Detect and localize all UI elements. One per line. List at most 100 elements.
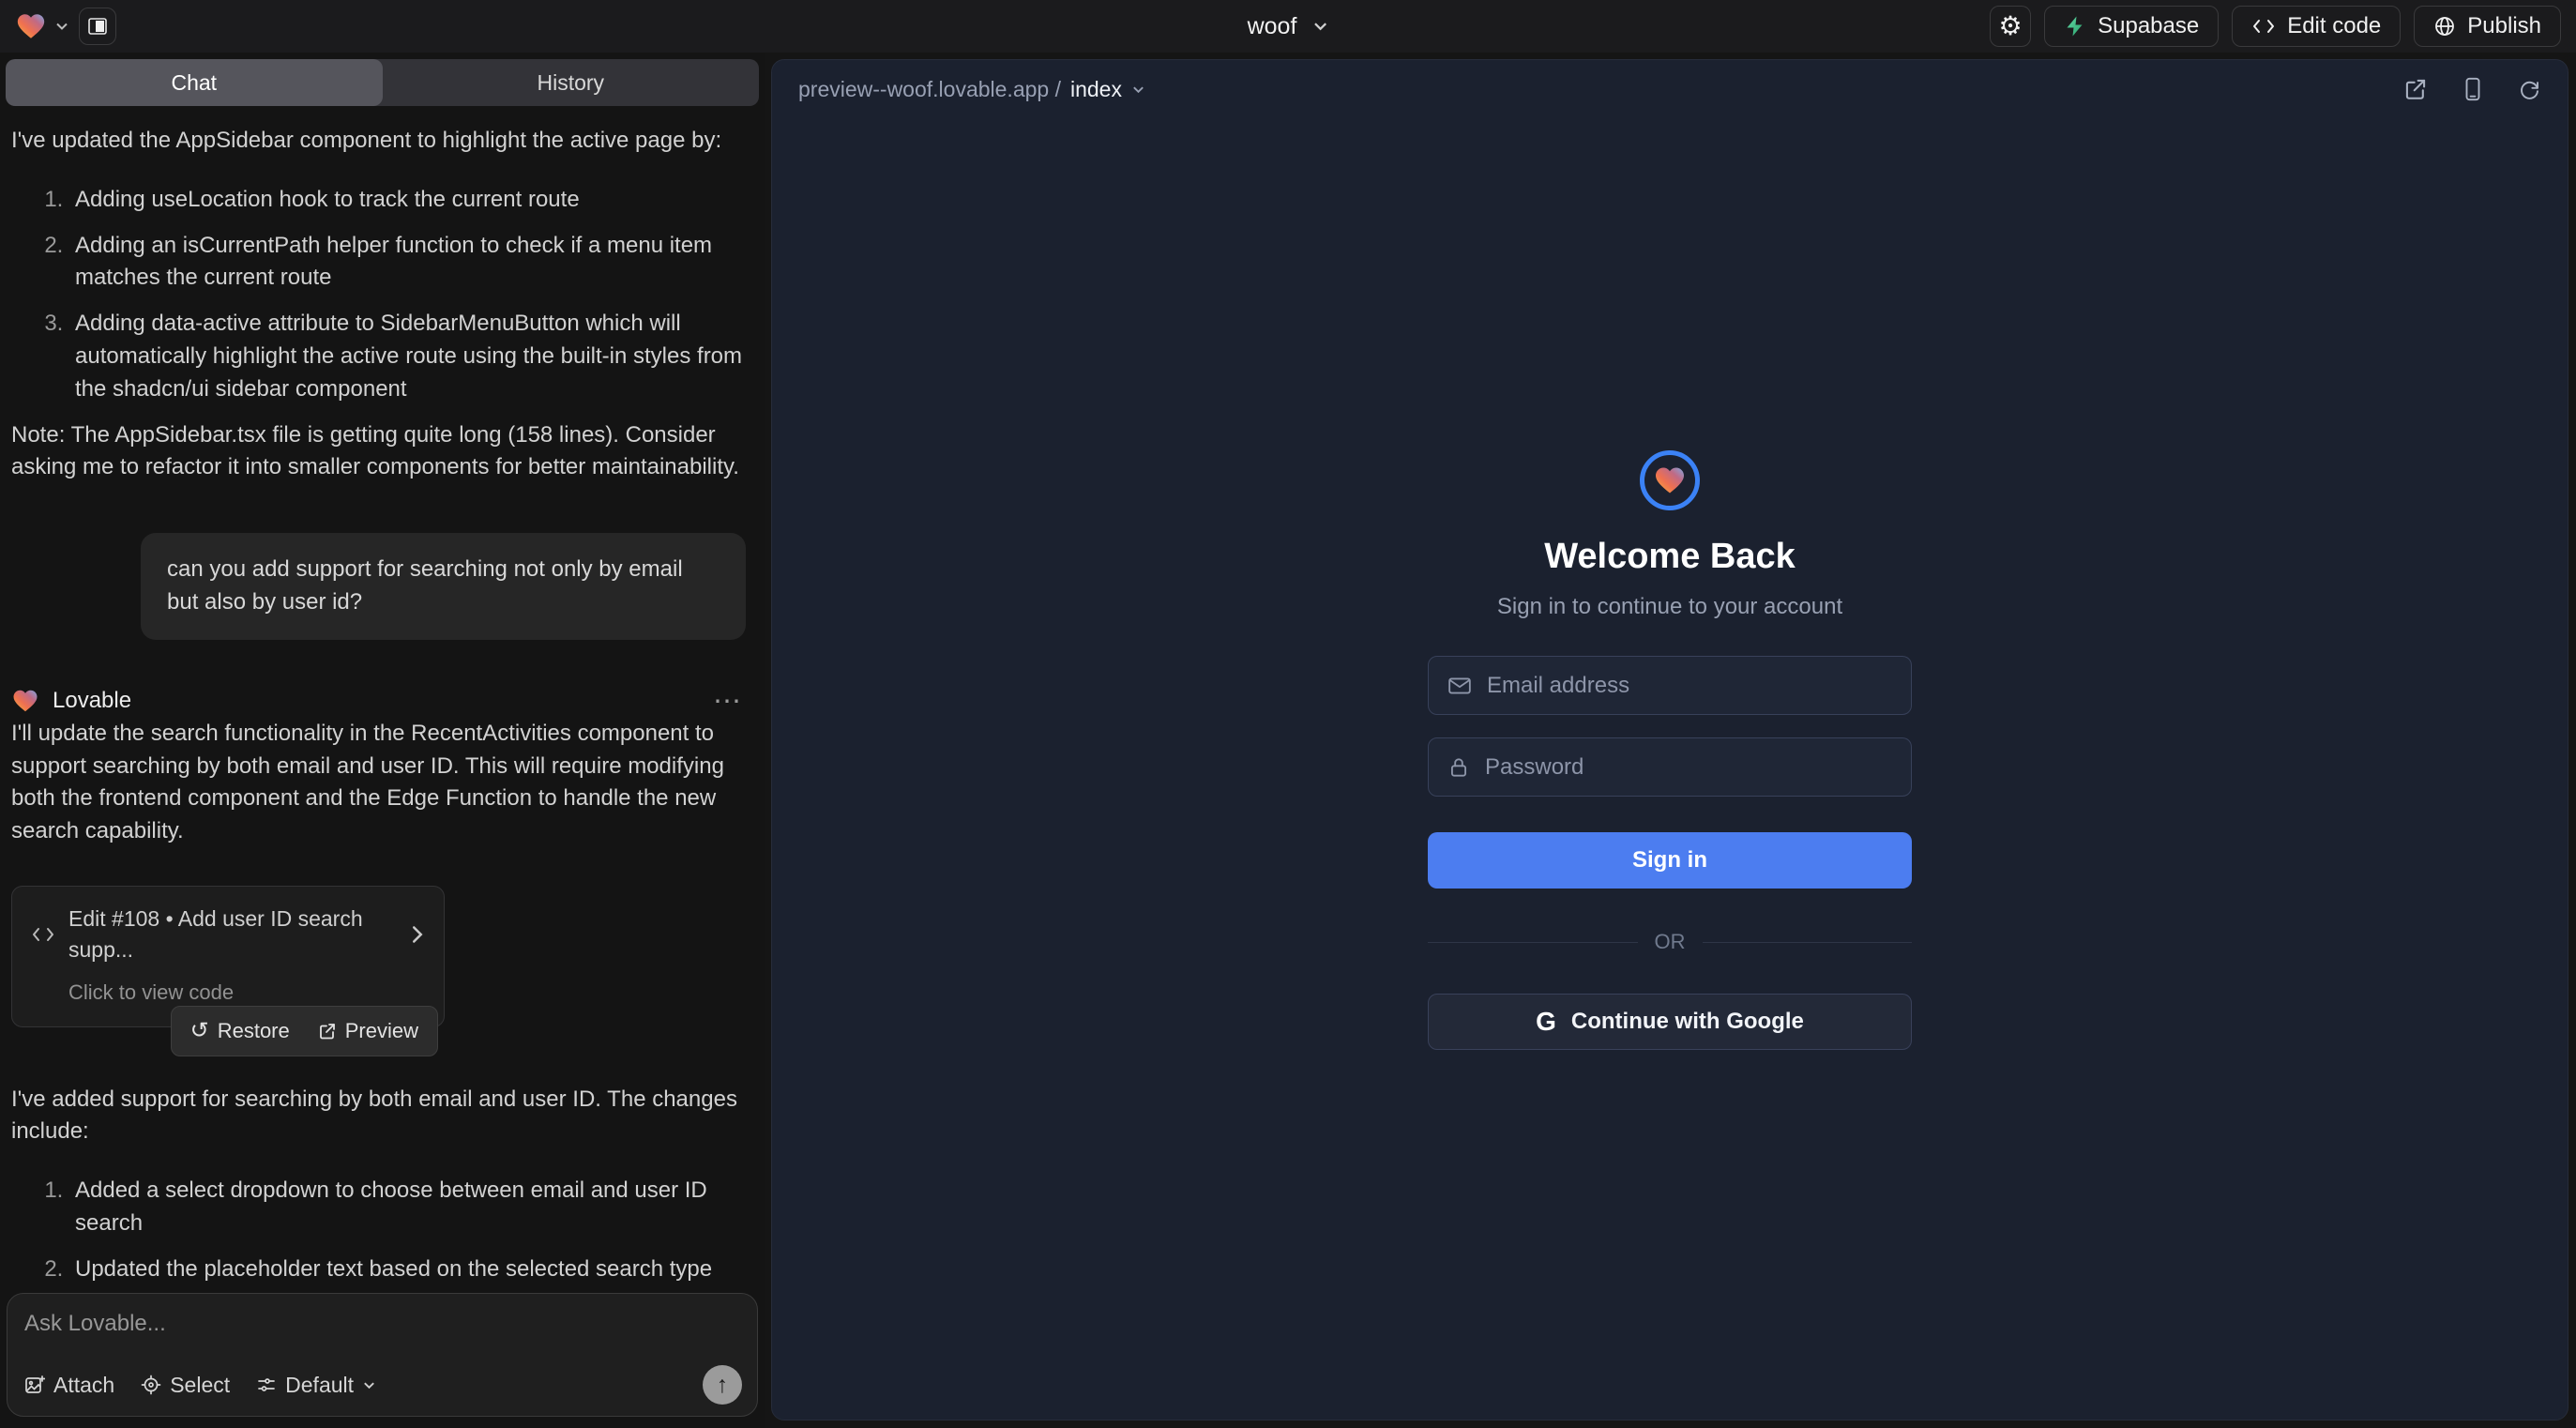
tab-chat[interactable]: Chat <box>6 59 383 106</box>
message-options-button[interactable]: ⋯ <box>713 685 744 718</box>
password-input[interactable] <box>1485 754 1892 781</box>
envelope-icon <box>1447 676 1472 696</box>
sliders-icon <box>256 1375 277 1395</box>
send-button[interactable]: ↑ <box>703 1365 742 1405</box>
assistant-header: Lovable ⋯ <box>11 685 753 718</box>
chat-panel: Chat History I've updated the AppSidebar… <box>0 53 765 1428</box>
list-item: Adding useLocation hook to track the cur… <box>69 184 753 217</box>
select-target-icon <box>141 1375 161 1395</box>
assistant-message-text: I'll update the search functionality in … <box>11 718 753 848</box>
google-g-icon: G <box>1536 1007 1556 1037</box>
preview-header: preview--woof.lovable.app / index <box>772 60 2568 118</box>
chevron-down-icon <box>1311 18 1328 35</box>
list-item: Updated the placeholder text based on th… <box>69 1253 753 1284</box>
user-message-row: can you add support for searching not on… <box>11 533 753 640</box>
refresh-button[interactable] <box>2518 78 2541 101</box>
topbar-left <box>15 8 116 45</box>
list-item: Adding an isCurrentPath helper function … <box>69 230 753 296</box>
assistant-note-text: Note: The AppSidebar.tsx file is getting… <box>11 419 753 485</box>
lovable-app: woof ⚙ Supabase <box>0 0 2576 1428</box>
divider-line <box>1428 942 1638 943</box>
globe-icon <box>2433 15 2456 38</box>
signin-subtitle: Sign in to continue to your account <box>1497 594 1842 620</box>
preview-url-page: index <box>1070 77 1122 102</box>
refresh-icon <box>2518 78 2541 101</box>
signin-button[interactable]: Sign in <box>1428 832 1912 889</box>
assistant-message-text: I've added support for searching by both… <box>11 1084 753 1149</box>
arrow-up-icon: ↑ <box>717 1372 729 1399</box>
google-signin-button[interactable]: G Continue with Google <box>1428 994 1912 1050</box>
preview-label: Preview <box>345 1016 418 1046</box>
assistant-numbered-list: Adding useLocation hook to track the cur… <box>11 184 753 406</box>
lovable-heart-icon <box>11 687 39 715</box>
smartphone-icon <box>2462 77 2484 101</box>
edit-card-title-row: Edit #108 • Add user ID search supp... <box>31 904 425 966</box>
edit-card-title: Edit #108 • Add user ID search supp... <box>68 904 397 966</box>
chat-messages: I've updated the AppSidebar component to… <box>0 106 765 1284</box>
mobile-view-button[interactable] <box>2462 77 2484 101</box>
preview-header-actions <box>2403 77 2541 101</box>
composer-controls: Attach Select Default <box>24 1365 742 1405</box>
chevron-right-icon <box>410 925 425 944</box>
attach-image-icon <box>24 1375 45 1395</box>
preview-panel: preview--woof.lovable.app / index <box>771 59 2568 1420</box>
or-divider: OR <box>1428 930 1912 954</box>
list-item: Added a select dropdown to choose betwee… <box>69 1175 753 1240</box>
mode-dropdown[interactable]: Default <box>256 1373 376 1398</box>
supabase-label: Supabase <box>2098 13 2199 39</box>
preview-viewport: Welcome Back Sign in to continue to your… <box>772 118 2568 1420</box>
restore-button[interactable]: ↺ Restore <box>190 1016 290 1046</box>
topbar: woof ⚙ Supabase <box>0 0 2576 53</box>
signin-card: Welcome Back Sign in to continue to your… <box>1428 450 1912 1050</box>
toggle-sidebar-button[interactable] <box>79 8 116 45</box>
composer: Attach Select Default <box>7 1293 758 1417</box>
chevron-down-icon <box>362 1378 376 1392</box>
project-title-menu[interactable]: woof <box>1248 13 1329 40</box>
assistant-numbered-list: Added a select dropdown to choose betwee… <box>11 1175 753 1284</box>
code-brackets-icon <box>2251 17 2276 36</box>
edit-card-toolbar: ↺ Restore Preview <box>171 1006 438 1056</box>
project-logo-menu[interactable] <box>15 10 69 42</box>
publish-button[interactable]: Publish <box>2414 6 2561 47</box>
lovable-heart-icon <box>15 10 47 42</box>
signin-title: Welcome Back <box>1544 537 1796 577</box>
mode-label: Default <box>285 1373 354 1398</box>
assistant-name: Lovable <box>53 685 131 718</box>
preview-button[interactable]: Preview <box>318 1016 418 1046</box>
attach-button[interactable]: Attach <box>24 1373 114 1398</box>
chevron-down-icon <box>1131 83 1145 97</box>
open-in-new-tab-button[interactable] <box>2403 77 2428 101</box>
project-title: woof <box>1248 13 1297 40</box>
topbar-actions: ⚙ Supabase Edit code <box>1990 6 2561 47</box>
tab-history[interactable]: History <box>383 59 760 106</box>
edit-card-subtitle: Click to view code <box>68 978 425 1008</box>
sidebar-panel-icon <box>87 16 108 37</box>
assistant-message-text: I've updated the AppSidebar component to… <box>11 125 753 158</box>
main-area: Chat History I've updated the AppSidebar… <box>0 53 2576 1428</box>
email-field <box>1428 656 1912 715</box>
chat-input[interactable] <box>24 1311 742 1337</box>
preview-url-dropdown[interactable]: preview--woof.lovable.app / index <box>798 77 1145 102</box>
supabase-bolt-icon <box>2064 15 2086 38</box>
chevron-down-icon <box>54 19 69 34</box>
settings-button[interactable]: ⚙ <box>1990 6 2031 47</box>
gear-icon: ⚙ <box>1999 13 2023 39</box>
edit-code-card[interactable]: Edit #108 • Add user ID search supp... C… <box>11 886 445 1027</box>
attach-label: Attach <box>53 1373 114 1398</box>
external-link-icon <box>318 1022 337 1041</box>
app-logo <box>1640 450 1700 510</box>
lock-icon <box>1447 756 1470 779</box>
publish-label: Publish <box>2467 13 2541 39</box>
preview-url-host: preview--woof.lovable.app / <box>798 77 1061 102</box>
divider-label: OR <box>1655 930 1686 954</box>
divider-line <box>1703 942 1913 943</box>
edit-code-button[interactable]: Edit code <box>2232 6 2401 47</box>
list-item: Adding data-active attribute to SidebarM… <box>69 308 753 405</box>
email-input[interactable] <box>1487 673 1892 699</box>
chat-history-tabs: Chat History <box>6 59 759 106</box>
edit-code-label: Edit code <box>2287 13 2381 39</box>
supabase-button[interactable]: Supabase <box>2044 6 2219 47</box>
restore-icon: ↺ <box>190 1020 209 1042</box>
select-button[interactable]: Select <box>141 1373 230 1398</box>
restore-label: Restore <box>218 1016 290 1046</box>
